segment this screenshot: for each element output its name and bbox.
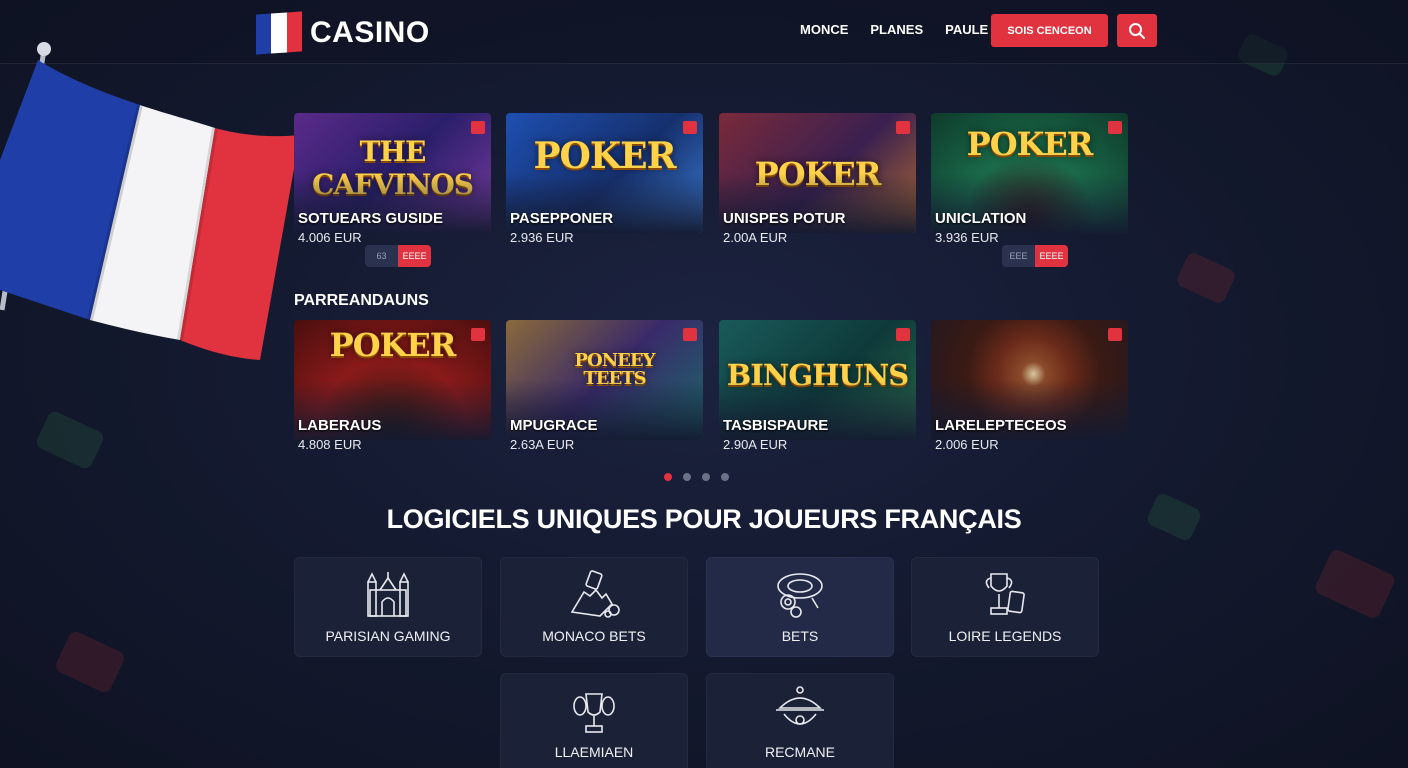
castle-icon: [367, 572, 409, 617]
game-price: 2.63A EUR: [510, 437, 575, 452]
search-button[interactable]: [1117, 14, 1157, 47]
game-name: LABERAUS: [298, 417, 382, 434]
pagination-dot[interactable]: [664, 473, 672, 481]
slider-prev[interactable]: 63: [365, 245, 398, 267]
game-price: 3.936 EUR: [935, 230, 999, 245]
slider-control[interactable]: 63 EEEE: [365, 245, 431, 267]
bookmark-icon[interactable]: [471, 121, 485, 134]
slider-next[interactable]: EEEE: [1035, 245, 1068, 267]
game-art-title: POKER: [966, 125, 1094, 163]
software-name: LOIRE LEGENDS: [948, 628, 1062, 644]
brand-name: CASINO: [310, 16, 430, 49]
cloche-icon: [776, 686, 824, 725]
search-icon: [1129, 22, 1145, 39]
game-price: 2.00A EUR: [723, 230, 788, 245]
slider-prev[interactable]: EEE: [1002, 245, 1035, 267]
chips-icon: [777, 573, 823, 618]
bookmark-icon[interactable]: [683, 121, 697, 134]
game-card[interactable]: LARELEPTECEOS 2.006 EUR: [931, 320, 1128, 460]
nav-item-planes[interactable]: PLANES: [870, 22, 923, 37]
slider-next[interactable]: EEEE: [398, 245, 431, 267]
game-name: PASEPPONER: [510, 210, 614, 227]
software-tile[interactable]: LLAEMIAEN: [500, 673, 688, 768]
bookmark-icon[interactable]: [683, 328, 697, 341]
dealer-hand-icon: [570, 570, 620, 618]
background-bokeh: [53, 629, 127, 695]
game-card[interactable]: PONEEY TEETS MPUGRACE 2.63A EUR: [506, 320, 703, 460]
game-card[interactable]: POKER PASEPPONER 2.936 EUR: [506, 113, 703, 253]
pagination-dot[interactable]: [683, 473, 691, 481]
software-name: BETS: [781, 628, 819, 644]
software-name: RECMANE: [764, 744, 835, 760]
nav-item-monce[interactable]: MONCE: [800, 22, 848, 37]
background-bokeh: [1174, 250, 1238, 306]
background-bokeh: [34, 409, 106, 471]
game-name: UNICLATION: [935, 210, 1027, 227]
software-tile[interactable]: RECMANE: [706, 673, 894, 768]
game-price: 4.006 EUR: [298, 230, 362, 245]
software-tile[interactable]: BETS: [706, 557, 894, 657]
pagination-dot[interactable]: [721, 473, 729, 481]
game-card[interactable]: THE CAFVINOS SOTUEARS GUSIDE 4.006 EUR: [294, 113, 491, 253]
software-tile[interactable]: PARISIAN GAMING: [294, 557, 482, 657]
game-name: LARELEPTECEOS: [935, 417, 1067, 434]
game-price: 4.808 EUR: [298, 437, 362, 452]
software-name: PARISIAN GAMING: [325, 628, 451, 644]
bookmark-icon[interactable]: [896, 121, 910, 134]
game-card[interactable]: POKER UNISPES POTUR 2.00A EUR: [719, 113, 916, 253]
section-title: PARREANDAUNS: [294, 292, 429, 309]
trophy-icon: [573, 693, 615, 733]
french-flag-banner: [0, 42, 300, 360]
game-price: 2.90A EUR: [723, 437, 788, 452]
game-price: 2.936 EUR: [510, 230, 574, 245]
bookmark-icon[interactable]: [896, 328, 910, 341]
software-name: LLAEMIAEN: [554, 744, 634, 760]
carousel-pagination: [664, 473, 729, 481]
game-name: SOTUEARS GUSIDE: [298, 210, 444, 227]
game-art-title: POKER: [533, 135, 676, 177]
trophy-cards-icon: [985, 573, 1025, 615]
pagination-dot[interactable]: [702, 473, 710, 481]
game-card[interactable]: POKER UNICLATION 3.936 EUR: [931, 113, 1128, 253]
nav-item-paule[interactable]: PAULE: [945, 22, 988, 37]
software-tile[interactable]: MONACO BETS: [500, 557, 688, 657]
bookmark-icon[interactable]: [1108, 328, 1122, 341]
slider-control[interactable]: EEE EEEE: [1002, 245, 1068, 267]
software-name: MONACO BETS: [542, 628, 646, 644]
software-tile[interactable]: LOIRE LEGENDS: [911, 557, 1099, 657]
bookmark-icon[interactable]: [471, 328, 485, 341]
game-price: 2.006 EUR: [935, 437, 999, 452]
game-name: TASBISPAURE: [723, 417, 829, 434]
signup-button[interactable]: SOIS CENCEON: [991, 14, 1108, 47]
game-art-title: POKER: [329, 326, 457, 364]
game-card[interactable]: POKER LABERAUS 4.808 EUR: [294, 320, 491, 460]
game-card[interactable]: BINGHUNS TASBISPAURE 2.90A EUR: [719, 320, 916, 460]
main-nav: MONCE PLANES PAULE: [800, 22, 988, 37]
game-name: UNISPES POTUR: [723, 210, 846, 227]
background-bokeh: [1313, 547, 1397, 621]
software-heading: LOGICIELS UNIQUES POUR JOUEURS FRANÇAIS: [386, 504, 1022, 534]
game-name: MPUGRACE: [510, 417, 598, 434]
bookmark-icon[interactable]: [1108, 121, 1122, 134]
